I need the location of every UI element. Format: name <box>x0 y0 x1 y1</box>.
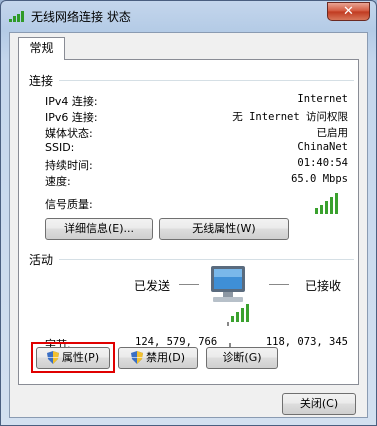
general-tab-panel: 连接 IPv4 连接: Internet IPv6 连接: 无 Internet… <box>18 59 359 385</box>
network-computer-icon <box>211 266 249 326</box>
ipv4-value: Internet <box>297 93 348 105</box>
duration-value: 01:40:54 <box>297 157 348 169</box>
speed-value: 65.0 Mbps <box>291 173 348 185</box>
close-window-button[interactable]: ✕ <box>327 2 370 21</box>
ssid-label: SSID: <box>45 141 75 154</box>
tab-general[interactable]: 常规 <box>18 37 65 60</box>
sent-label: 已发送 <box>134 279 171 293</box>
media-state-value: 已启用 <box>316 127 349 139</box>
status-window: 无线网络连接 状态 ✕ 常规 连接 IPv4 连接: Internet IPv6… <box>0 0 377 426</box>
diagnose-button[interactable]: 诊断(G) <box>206 347 278 369</box>
signal-strength-icon <box>315 193 338 214</box>
bytes-received-value: 118, 073, 345 <box>265 336 348 348</box>
disable-button-label: 禁用(D) <box>145 351 186 364</box>
highlight-box <box>31 342 115 373</box>
ssid-value: ChinaNet <box>297 141 348 153</box>
details-button[interactable]: 详细信息(E)... <box>45 218 153 240</box>
signal-quality-label: 信号质量: <box>45 198 93 211</box>
wireless-signal-icon <box>9 11 24 22</box>
media-state-label: 媒体状态: <box>45 127 93 140</box>
connection-divider <box>59 80 354 81</box>
received-line <box>269 284 289 285</box>
close-button[interactable]: 关闭(C) <box>282 393 356 415</box>
duration-label: 持续时间: <box>45 159 93 172</box>
speed-label: 速度: <box>45 175 71 188</box>
wireless-properties-button[interactable]: 无线属性(W) <box>159 218 289 240</box>
uac-shield-icon <box>130 350 143 364</box>
activity-divider <box>59 259 354 260</box>
ipv6-label: IPv6 连接: <box>45 111 98 124</box>
activity-heading: 活动 <box>29 253 54 267</box>
window-title: 无线网络连接 状态 <box>31 10 131 24</box>
ipv4-label: IPv4 连接: <box>45 95 98 108</box>
connection-heading: 连接 <box>29 74 54 88</box>
disable-button[interactable]: 禁用(D) <box>118 347 198 369</box>
title-bar[interactable]: 无线网络连接 状态 ✕ <box>1 1 376 31</box>
received-label: 已接收 <box>305 279 342 293</box>
sent-line <box>179 284 199 285</box>
ipv6-value: 无 Internet 访问权限 <box>232 111 348 123</box>
